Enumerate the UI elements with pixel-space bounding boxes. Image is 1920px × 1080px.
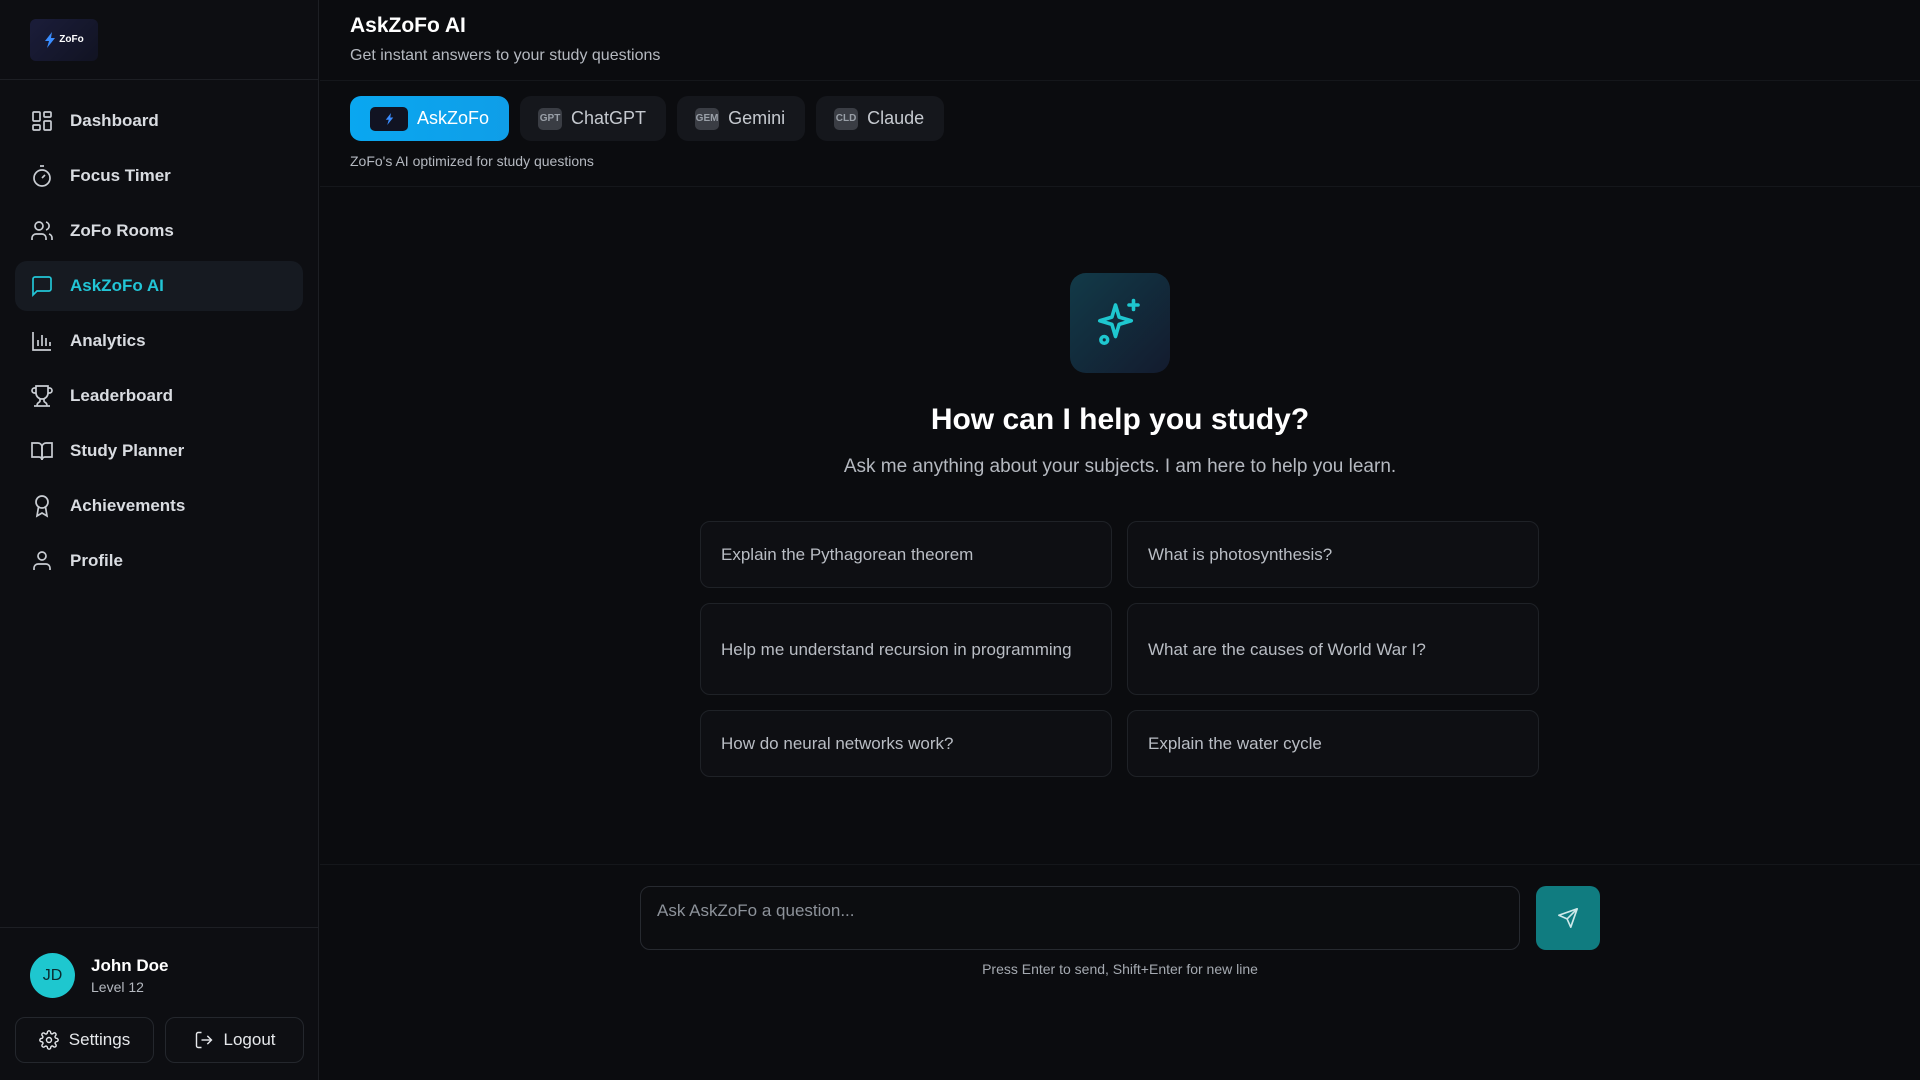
suggestion-card[interactable]: Help me understand recursion in programm… xyxy=(700,603,1112,695)
sidebar-item-label: ZoFo Rooms xyxy=(70,221,174,240)
chat-icon xyxy=(32,276,52,298)
sidebar-item-label: Analytics xyxy=(70,331,146,350)
send-icon xyxy=(1558,908,1578,928)
sidebar-item-label: Study Planner xyxy=(70,441,185,460)
welcome-subtitle: Ask me anything about your subjects. I a… xyxy=(843,456,1397,477)
tab-claude[interactable]: CLD Claude xyxy=(816,96,945,141)
logout-button[interactable]: Logout xyxy=(165,1017,304,1063)
tab-label: ChatGPT xyxy=(571,108,647,128)
avatar: JD xyxy=(30,953,75,998)
user-actions: Settings Logout xyxy=(0,998,319,1063)
settings-label: Settings xyxy=(68,1030,131,1049)
suggestion-card[interactable]: What is photosynthesis? xyxy=(1127,521,1539,588)
send-button[interactable] xyxy=(1536,886,1600,950)
tab-gemini[interactable]: GEM Gemini xyxy=(677,96,806,141)
sidebar: ZoFo Dashboard Focus Timer ZoFo Rooms As… xyxy=(0,0,319,1080)
page-header: AskZoFo AI Get instant answers to your s… xyxy=(320,0,1920,81)
sidebar-item-achievements[interactable]: Achievements xyxy=(15,481,303,531)
user-icon xyxy=(33,551,51,570)
suggestion-grid: Explain the Pythagorean theorem What is … xyxy=(700,521,1540,777)
logout-icon xyxy=(195,1031,213,1049)
tab-chatgpt[interactable]: GPT ChatGPT xyxy=(520,96,667,141)
gear-icon xyxy=(38,1030,59,1050)
user-block: JD John Doe Level 12 Settings Logout xyxy=(0,927,319,1080)
sidebar-item-label: Achievements xyxy=(70,496,186,515)
question-input-box xyxy=(640,886,1520,950)
tab-label: Gemini xyxy=(728,108,786,128)
book-icon xyxy=(31,442,53,461)
sidebar-nav: Dashboard Focus Timer ZoFo Rooms AskZoFo… xyxy=(0,80,318,586)
user-info[interactable]: JD John Doe Level 12 xyxy=(0,928,319,998)
sidebar-item-analytics[interactable]: Analytics xyxy=(15,316,303,366)
sidebar-item-label: Focus Timer xyxy=(70,166,171,185)
suggestion-card[interactable]: How do neural networks work? xyxy=(700,710,1112,777)
users-icon xyxy=(31,221,53,240)
zofo-logo[interactable]: ZoFo xyxy=(30,18,98,61)
sidebar-item-label: AskZoFo AI xyxy=(70,276,164,295)
suggestion-card[interactable]: Explain the water cycle xyxy=(1127,710,1539,777)
settings-button[interactable]: Settings xyxy=(15,1017,154,1063)
page-subtitle: Get instant answers to your study questi… xyxy=(350,47,661,64)
logo-area: ZoFo xyxy=(0,0,318,80)
tab-askzofo[interactable]: AskZoFo xyxy=(350,96,510,141)
bar-chart-icon xyxy=(32,332,51,351)
sidebar-item-study-planner[interactable]: Study Planner xyxy=(15,426,303,476)
askzofo-logo-icon xyxy=(370,106,408,131)
tab-label: Claude xyxy=(867,108,925,128)
model-description: ZoFo's AI optimized for study questions xyxy=(350,153,594,169)
sidebar-item-label: Leaderboard xyxy=(70,386,173,405)
composer-hint: Press Enter to send, Shift+Enter for new… xyxy=(982,961,1258,977)
suggestion-card[interactable]: What are the causes of World War I? xyxy=(1127,603,1539,695)
sidebar-item-leaderboard[interactable]: Leaderboard xyxy=(15,371,303,421)
sidebar-item-focus-timer[interactable]: Focus Timer xyxy=(15,151,303,201)
grid-icon xyxy=(32,111,52,131)
main-content: AskZoFo AI Get instant answers to your s… xyxy=(320,0,1920,1080)
gem-badge-icon: GEM xyxy=(695,107,720,130)
gpt-badge-icon: GPT xyxy=(538,107,563,130)
timer-icon xyxy=(33,165,51,187)
welcome-title: How can I help you study? xyxy=(930,403,1310,436)
composer: Press Enter to send, Shift+Enter for new… xyxy=(320,864,1920,1080)
model-selector: AskZoFo GPT ChatGPT GEM Gemini CLD Claud… xyxy=(320,81,1920,187)
page-title: AskZoFo AI xyxy=(350,14,466,37)
user-level: Level 12 xyxy=(91,979,144,995)
sparkles-icon xyxy=(1070,273,1170,373)
model-tabs: AskZoFo GPT ChatGPT GEM Gemini CLD Claud… xyxy=(350,96,1920,141)
suggestion-card[interactable]: Explain the Pythagorean theorem xyxy=(700,521,1112,588)
trophy-icon xyxy=(31,385,53,407)
question-input[interactable] xyxy=(657,901,1503,935)
sidebar-item-askzofo-ai[interactable]: AskZoFo AI xyxy=(15,261,303,311)
cld-badge-icon: CLD xyxy=(834,107,859,130)
award-icon xyxy=(35,495,49,518)
user-name: John Doe xyxy=(91,956,169,975)
sidebar-item-label: Profile xyxy=(70,551,123,570)
sidebar-item-label: Dashboard xyxy=(70,111,159,130)
sidebar-item-zofo-rooms[interactable]: ZoFo Rooms xyxy=(15,206,303,256)
logo-text: ZoFo xyxy=(59,34,84,45)
welcome-panel: How can I help you study? Ask me anythin… xyxy=(320,188,1920,864)
sidebar-item-dashboard[interactable]: Dashboard xyxy=(15,96,303,146)
sidebar-item-profile[interactable]: Profile xyxy=(15,536,303,586)
tab-label: AskZoFo xyxy=(417,108,490,128)
logout-label: Logout xyxy=(223,1030,276,1049)
lightning-icon xyxy=(45,31,56,48)
